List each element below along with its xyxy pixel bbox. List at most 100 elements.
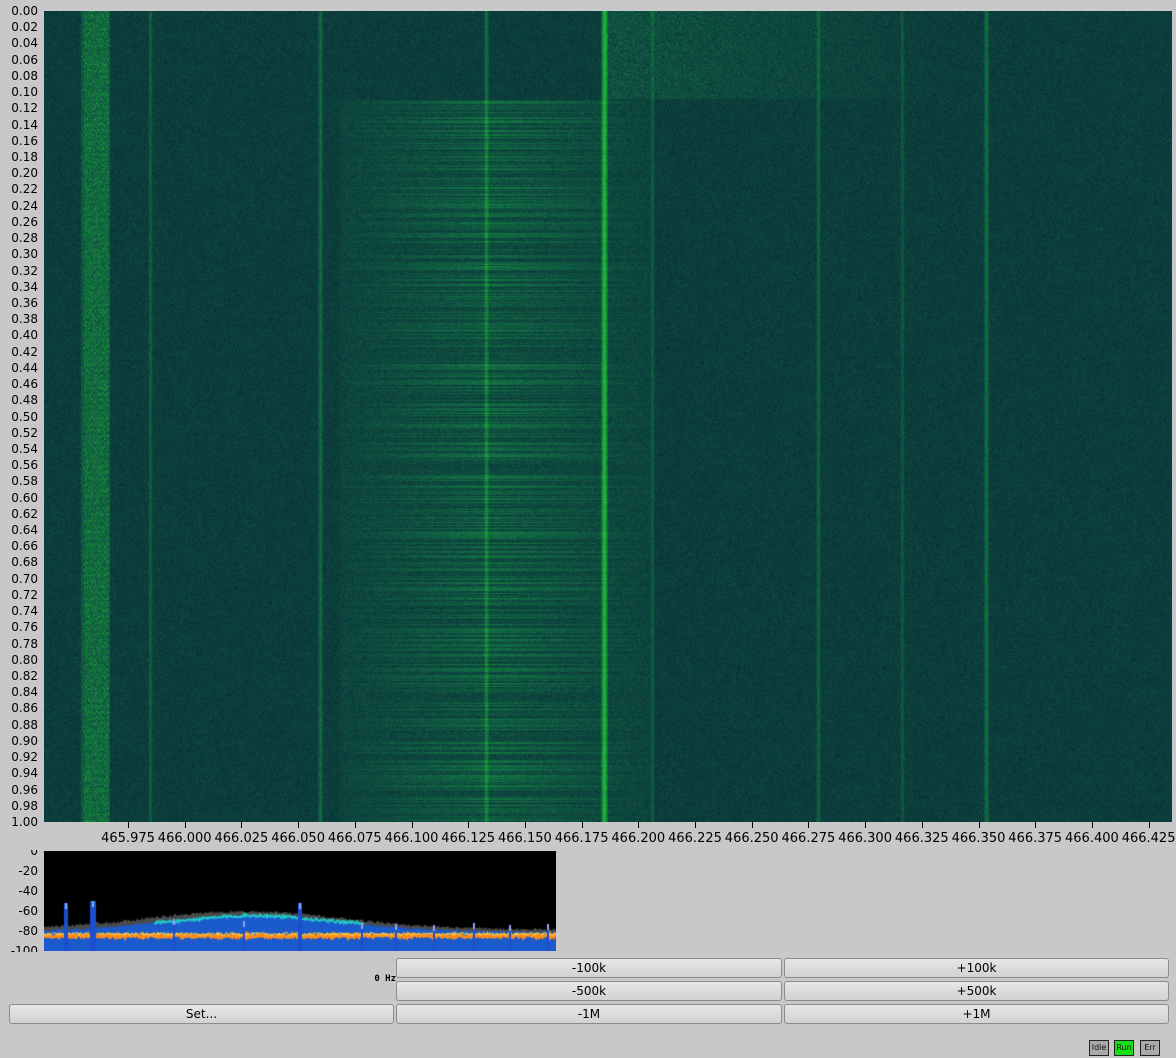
- minus-1m-button[interactable]: -1M: [396, 1004, 782, 1024]
- minus-500k-button[interactable]: -500k: [396, 981, 782, 1001]
- minus-100k-button[interactable]: -100k: [396, 958, 782, 978]
- waterfall-canvas: [44, 11, 1172, 822]
- frequency-tick-mark: [128, 822, 129, 828]
- time-tick-label: 0.84: [11, 685, 38, 700]
- frequency-tick-mark: [241, 822, 243, 828]
- time-tick-label: 0.72: [11, 587, 38, 602]
- frequency-tick-label: 466.350: [951, 831, 1006, 846]
- time-tick-label: 0.50: [11, 409, 38, 424]
- waterfall-frequency-axis: 465.975 466.000 466.025 466.050 466.075 466.1…: [44, 822, 1176, 850]
- frequency-tick-mark: [808, 822, 810, 828]
- waterfall-time-axis: 0.00 0.02 0.04 0.06 0.08 0.10 0.12 0.14 0.16 0.18…: [0, 0, 44, 828]
- time-tick-label: 0.26: [11, 214, 38, 229]
- frequency-tick-mark: [524, 822, 526, 828]
- db-tick-label: -60: [18, 904, 38, 918]
- frequency-tick-mark: [638, 822, 640, 828]
- waterfall-display[interactable]: [44, 11, 1172, 822]
- time-tick-label: 0.66: [11, 539, 38, 554]
- time-tick-label: 0.04: [11, 36, 38, 51]
- db-tick-label: 0: [30, 850, 38, 858]
- time-tick-label: 0.58: [11, 474, 38, 489]
- frequency-tick-label: 466.050: [271, 831, 325, 846]
- frequency-tick-label: 466.250: [724, 831, 779, 846]
- time-tick-label: 0.36: [11, 295, 38, 310]
- time-tick-label: 0.46: [11, 377, 38, 392]
- frequency-tick-label: 466.425: [1121, 831, 1176, 846]
- frequency-tick-label: 466.325: [894, 831, 949, 846]
- time-tick-label: 0.42: [11, 344, 38, 359]
- frequency-tick-mark: [1091, 822, 1093, 828]
- frequency-tick-mark: [921, 822, 923, 828]
- center-frequency-label: 0 Hz: [374, 974, 396, 984]
- time-tick-label: 0.88: [11, 717, 38, 732]
- time-tick-label: 0.44: [11, 360, 38, 375]
- time-tick-label: 0.90: [11, 733, 38, 748]
- db-tick-label: -100: [10, 944, 38, 952]
- frequency-tick-mark: [354, 822, 356, 828]
- frequency-tick-mark: [865, 822, 867, 828]
- frequency-tick-mark: [751, 822, 753, 828]
- frequency-tick-mark: [581, 822, 583, 828]
- time-tick-label: 0.00: [11, 4, 38, 18]
- time-tick-label: 0.52: [11, 425, 38, 440]
- spectrum-db-axis: 0 -20 -40 -60 -80 -100: [0, 850, 44, 952]
- frequency-tick-label: 466.275: [781, 831, 836, 846]
- frequency-tick-label: 466.150: [498, 831, 552, 846]
- time-tick-label: 0.48: [11, 393, 38, 408]
- time-tick-label: 0.64: [11, 523, 38, 538]
- time-tick-label: 0.70: [11, 571, 38, 586]
- db-tick-label: -40: [18, 884, 38, 898]
- time-tick-label: 0.14: [11, 117, 38, 132]
- time-tick-label: 1.00: [11, 815, 38, 829]
- time-tick-label: 0.10: [11, 85, 38, 100]
- frequency-tick-label: 465.975: [101, 831, 155, 846]
- time-tick-label: 0.96: [11, 782, 38, 797]
- time-tick-label: 0.34: [11, 279, 38, 294]
- time-tick-label: 0.30: [11, 247, 38, 262]
- frequency-tick-mark: [184, 822, 186, 828]
- idle-status-indicator: Idle: [1089, 1040, 1109, 1056]
- time-tick-label: 0.32: [11, 263, 38, 278]
- frequency-tick-label: 466.400: [1065, 831, 1119, 846]
- frequency-tick-label: 466.100: [384, 831, 439, 846]
- time-tick-label: 0.20: [11, 166, 38, 181]
- plus-100k-button[interactable]: +100k: [784, 958, 1169, 978]
- frequency-tick-mark: [468, 822, 470, 828]
- frequency-tick-mark: [411, 822, 413, 828]
- plus-1m-button[interactable]: +1M: [784, 1004, 1169, 1024]
- frequency-tick-mark: [1035, 822, 1037, 828]
- frequency-tick-label: 466.075: [327, 831, 382, 846]
- time-tick-label: 0.24: [11, 198, 38, 213]
- time-tick-label: 0.56: [11, 458, 38, 473]
- frequency-tick-label: 466.225: [668, 831, 722, 846]
- time-tick-label: 0.74: [11, 604, 38, 619]
- frequency-tick-label: 466.175: [554, 831, 609, 846]
- set-frequency-button[interactable]: Set...: [9, 1004, 394, 1024]
- frequency-tick-label: 466.300: [838, 831, 892, 846]
- frequency-tick-label: 466.200: [611, 831, 666, 846]
- frequency-tick-label: 466.000: [157, 831, 212, 846]
- time-tick-label: 0.82: [11, 669, 38, 684]
- error-status-indicator: Err: [1140, 1040, 1160, 1056]
- frequency-tick-mark: [695, 822, 696, 828]
- time-tick-label: 0.08: [11, 68, 38, 83]
- time-tick-label: 0.76: [11, 620, 38, 635]
- time-tick-label: 0.02: [11, 20, 38, 35]
- time-tick-label: 0.78: [11, 636, 38, 651]
- spectrum-plot[interactable]: [44, 851, 556, 951]
- db-tick-label: -20: [18, 864, 38, 878]
- time-tick-label: 0.92: [11, 750, 38, 765]
- plus-500k-button[interactable]: +500k: [784, 981, 1169, 1001]
- time-tick-label: 0.12: [11, 101, 38, 116]
- frequency-tick-label: 466.025: [214, 831, 269, 846]
- frequency-tick-label: 466.125: [441, 831, 496, 846]
- time-tick-label: 0.06: [11, 52, 38, 67]
- time-tick-label: 0.68: [11, 555, 38, 570]
- frequency-tick-label: 466.375: [1008, 831, 1063, 846]
- time-tick-label: 0.22: [11, 182, 38, 197]
- time-tick-label: 0.28: [11, 231, 38, 246]
- time-tick-label: 0.18: [11, 149, 38, 164]
- run-status-indicator: Run: [1114, 1040, 1134, 1056]
- time-tick-label: 0.60: [11, 490, 38, 505]
- frequency-tick-mark: [978, 822, 980, 828]
